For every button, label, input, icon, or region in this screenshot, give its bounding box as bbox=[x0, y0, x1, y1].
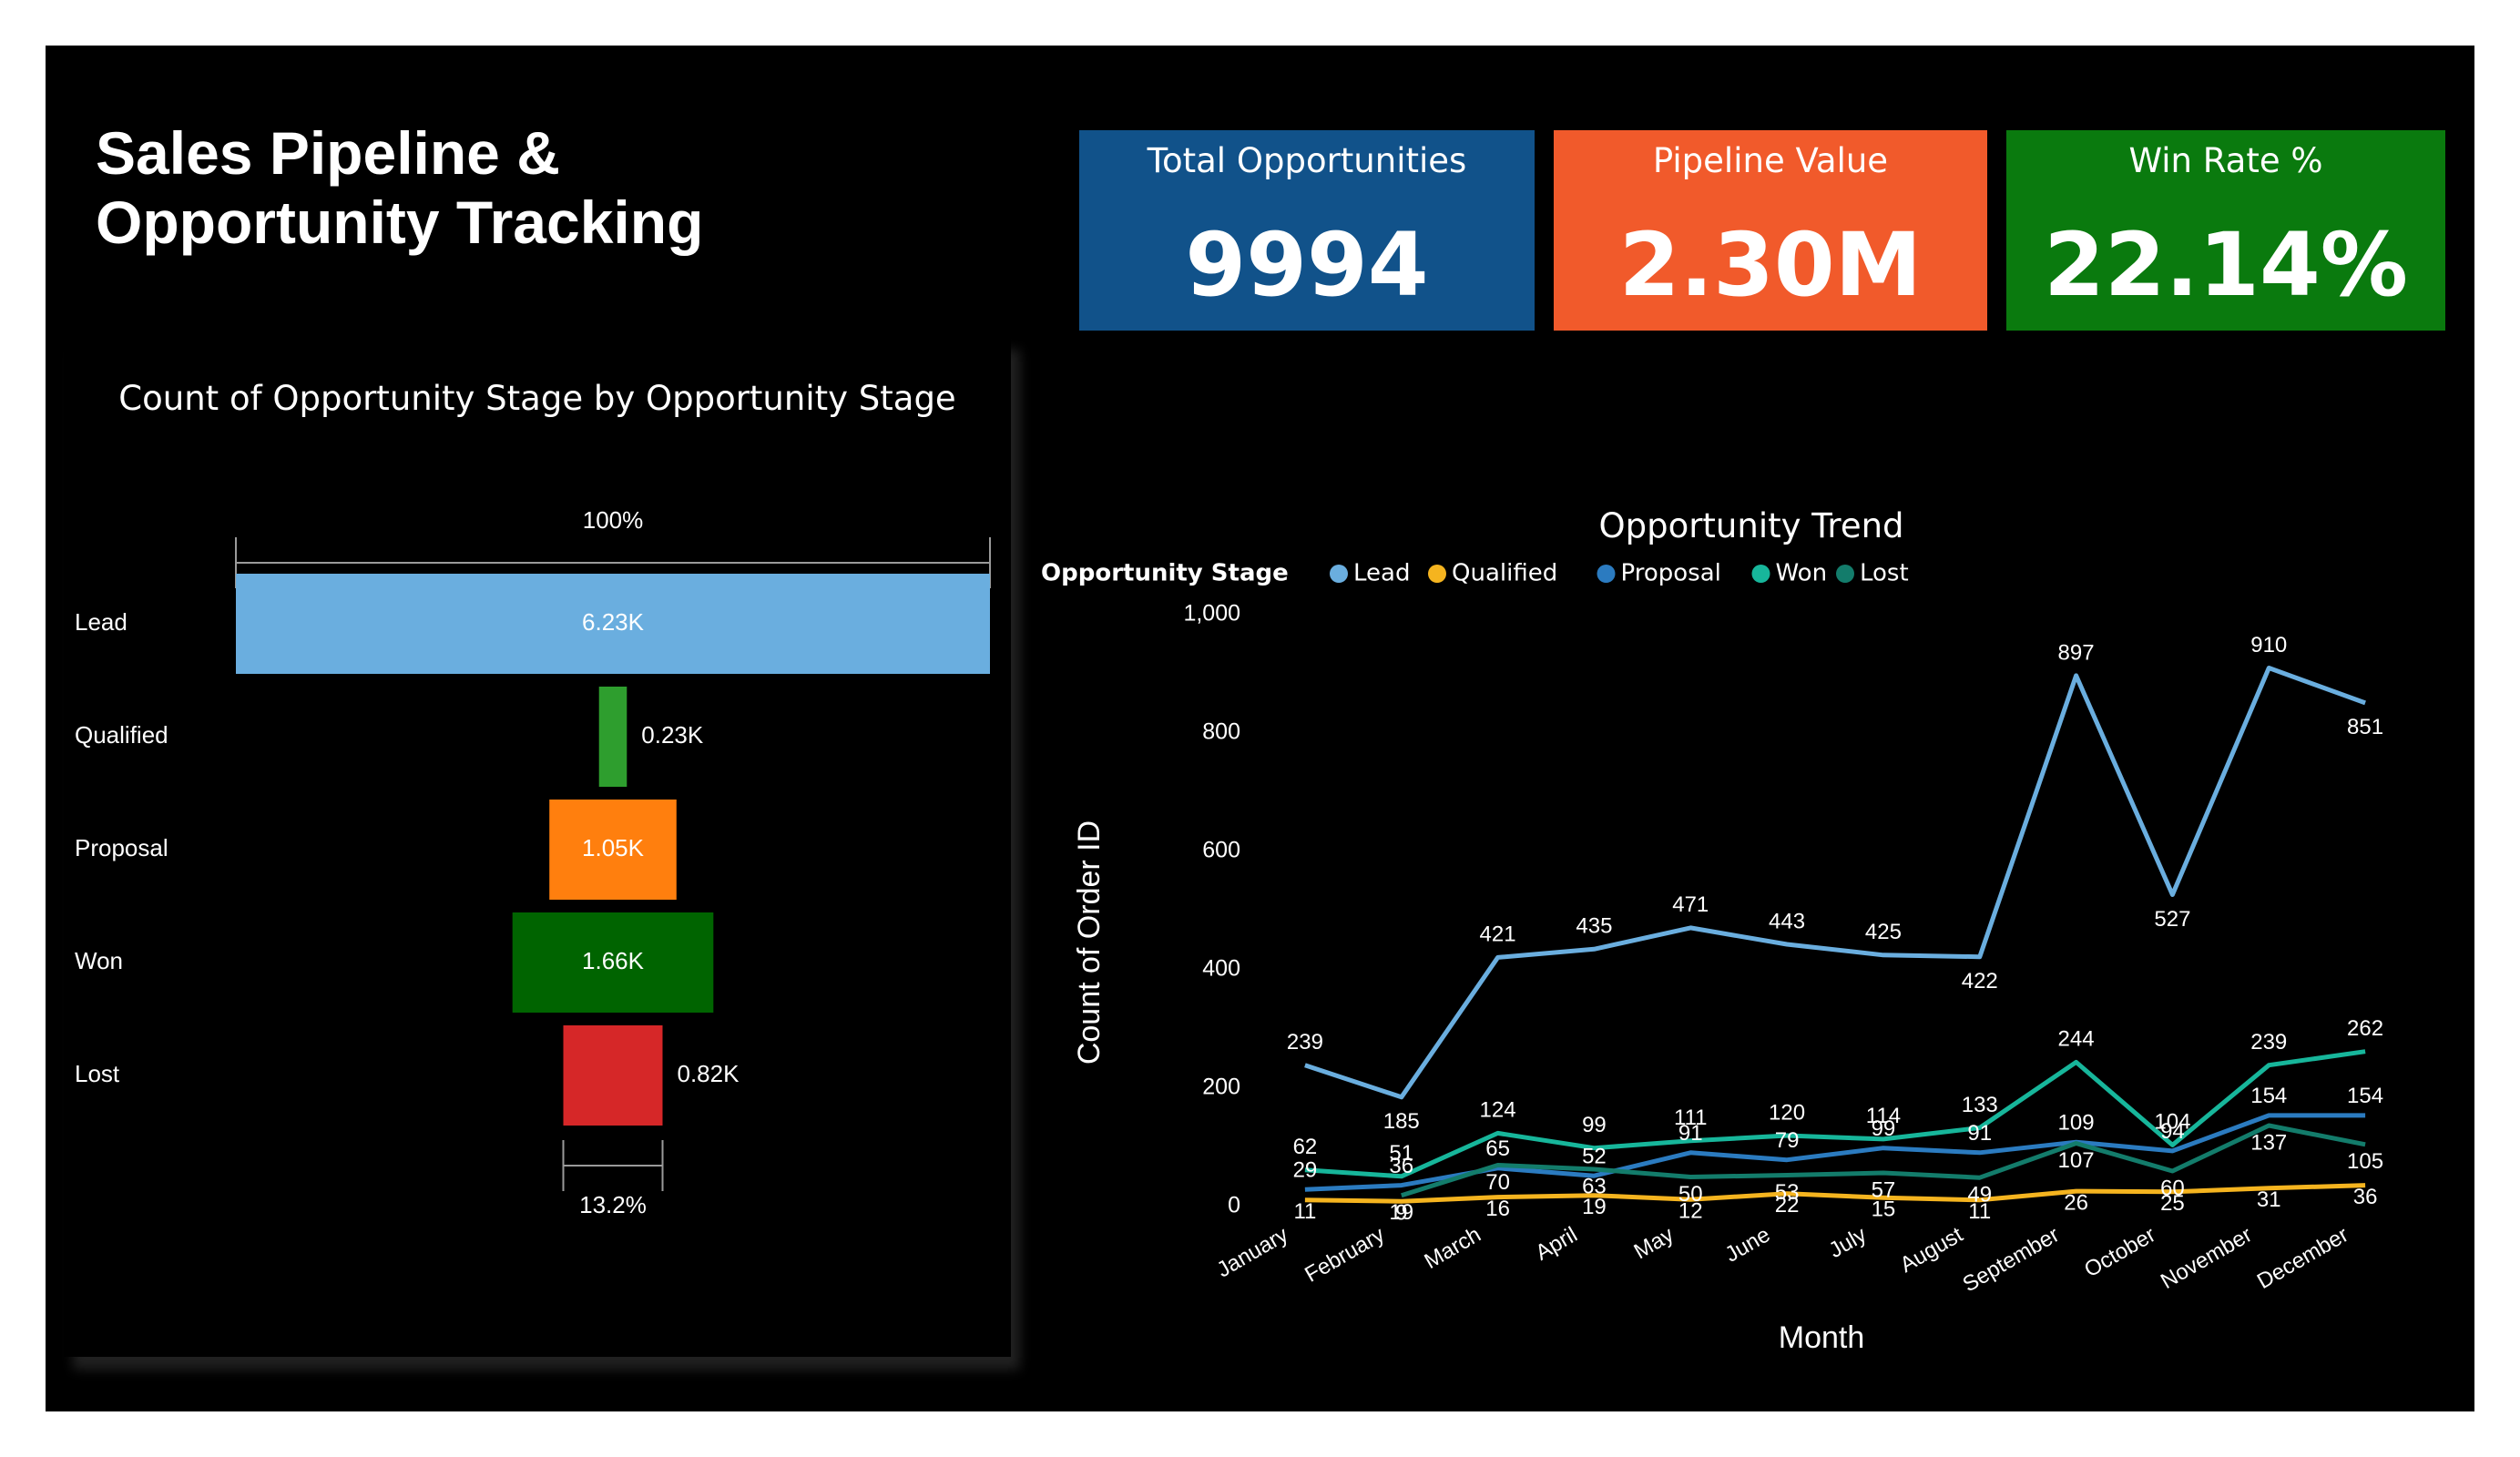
legend-label-proposal[interactable]: Proposal bbox=[1621, 560, 1721, 587]
legend-label-won[interactable]: Won bbox=[1776, 560, 1828, 587]
data-label-lost: 53 bbox=[1775, 1180, 1800, 1205]
data-label-lost: 60 bbox=[2160, 1176, 2185, 1200]
data-label-lost: 105 bbox=[2347, 1149, 2383, 1174]
y-tick-label: 1,000 bbox=[1183, 601, 1240, 627]
data-label-won: 133 bbox=[1962, 1093, 1998, 1117]
x-tick-label: January bbox=[1213, 1222, 1292, 1282]
data-label-proposal: 154 bbox=[2347, 1084, 2383, 1108]
data-label-lead: 527 bbox=[2154, 907, 2190, 932]
data-label-lead: 471 bbox=[1672, 892, 1709, 917]
data-label-qualified: 31 bbox=[2257, 1187, 2281, 1212]
dashboard-canvas: Sales Pipeline & Opportunity Tracking To… bbox=[46, 46, 2474, 1411]
data-label-proposal: 154 bbox=[2250, 1084, 2287, 1108]
data-label-lead: 443 bbox=[1769, 909, 1805, 933]
data-label-won: 51 bbox=[1389, 1141, 1413, 1166]
data-label-lead: 435 bbox=[1576, 914, 1612, 939]
x-tick-label: April bbox=[1532, 1222, 1582, 1265]
data-label-proposal: 29 bbox=[1293, 1157, 1318, 1182]
data-label-lost: 57 bbox=[1872, 1177, 1896, 1202]
y-tick-label: 200 bbox=[1202, 1075, 1240, 1100]
trend-chart-title: Opportunity Trend bbox=[1598, 506, 1903, 545]
data-label-won: 114 bbox=[1866, 1104, 1901, 1128]
data-label-lost: 50 bbox=[1678, 1182, 1703, 1207]
legend-title: Opportunity Stage bbox=[1041, 560, 1289, 587]
x-axis-title: Month bbox=[1779, 1320, 1865, 1355]
legend-marker-proposal[interactable] bbox=[1597, 565, 1616, 583]
data-label-won: 244 bbox=[2058, 1027, 2095, 1052]
series-line-proposal[interactable] bbox=[1304, 1113, 2366, 1192]
data-label-lead: 897 bbox=[2058, 640, 2095, 665]
data-label-won: 104 bbox=[2154, 1110, 2190, 1135]
x-tick-label: September bbox=[1959, 1222, 2064, 1297]
data-label-qualified: 16 bbox=[1485, 1197, 1510, 1221]
legend-label-qualified[interactable]: Qualified bbox=[1452, 560, 1557, 587]
legend-marker-won[interactable] bbox=[1751, 565, 1770, 583]
data-label-qualified: 11 bbox=[1293, 1199, 1316, 1224]
x-tick-label: June bbox=[1721, 1222, 1775, 1267]
y-tick-label: 400 bbox=[1202, 956, 1240, 982]
legend-label-lost[interactable]: Lost bbox=[1860, 560, 1909, 587]
y-tick-label: 0 bbox=[1228, 1193, 1240, 1218]
data-label-won: 99 bbox=[1582, 1113, 1607, 1137]
data-label-lead: 425 bbox=[1865, 920, 1902, 944]
data-label-qualified: 26 bbox=[2064, 1190, 2088, 1215]
data-label-lead: 421 bbox=[1480, 922, 1516, 947]
x-tick-label: August bbox=[1896, 1222, 1967, 1278]
data-label-lost: 19 bbox=[1389, 1200, 1413, 1225]
x-tick-label: February bbox=[1301, 1222, 1389, 1287]
x-tick-label: May bbox=[1630, 1222, 1678, 1264]
data-label-lead: 422 bbox=[1962, 969, 1998, 993]
x-tick-label: March bbox=[1421, 1222, 1485, 1274]
data-label-qualified: 36 bbox=[2353, 1185, 2378, 1209]
x-tick-label: July bbox=[1825, 1222, 1871, 1263]
legend-marker-qualified[interactable] bbox=[1428, 565, 1446, 583]
data-label-lost: 137 bbox=[2250, 1130, 2287, 1155]
x-tick-label: November bbox=[2157, 1222, 2256, 1294]
x-tick-label: October bbox=[2080, 1222, 2159, 1282]
legend-marker-lead[interactable] bbox=[1330, 565, 1348, 583]
data-label-proposal: 52 bbox=[1582, 1145, 1607, 1169]
data-label-lead: 851 bbox=[2347, 715, 2383, 739]
data-label-lost: 70 bbox=[1485, 1170, 1510, 1195]
data-label-won: 62 bbox=[1293, 1135, 1318, 1159]
data-label-proposal: 109 bbox=[2058, 1110, 2095, 1135]
legend-label-lead[interactable]: Lead bbox=[1353, 560, 1410, 587]
data-label-lead: 239 bbox=[1287, 1030, 1323, 1055]
opportunity-trend-chart: Opportunity Trend Opportunity Stage Lead… bbox=[1041, 506, 2383, 1355]
legend-marker-lost[interactable] bbox=[1836, 565, 1854, 583]
data-label-proposal: 65 bbox=[1485, 1136, 1510, 1161]
data-label-won: 239 bbox=[2250, 1030, 2287, 1055]
data-label-lead: 185 bbox=[1383, 1109, 1420, 1134]
data-label-won: 120 bbox=[1769, 1100, 1805, 1125]
data-label-proposal: 91 bbox=[1967, 1121, 1992, 1146]
data-label-lost: 63 bbox=[1582, 1174, 1607, 1198]
data-label-won: 124 bbox=[1480, 1098, 1516, 1123]
data-label-won: 262 bbox=[2347, 1016, 2383, 1041]
y-axis-title: Count of Order ID bbox=[1072, 820, 1107, 1065]
data-label-lead: 910 bbox=[2250, 633, 2287, 657]
data-label-won: 111 bbox=[1674, 1105, 1707, 1130]
data-label-proposal: 79 bbox=[1775, 1128, 1800, 1153]
series-line-qualified[interactable] bbox=[1304, 1183, 2366, 1204]
y-tick-label: 600 bbox=[1202, 838, 1240, 863]
data-label-lost: 49 bbox=[1967, 1182, 1992, 1207]
series-line-lead[interactable] bbox=[1304, 666, 2366, 1100]
x-tick-label: December bbox=[2253, 1222, 2352, 1294]
data-label-lost: 107 bbox=[2058, 1148, 2095, 1173]
y-tick-label: 800 bbox=[1202, 719, 1240, 745]
